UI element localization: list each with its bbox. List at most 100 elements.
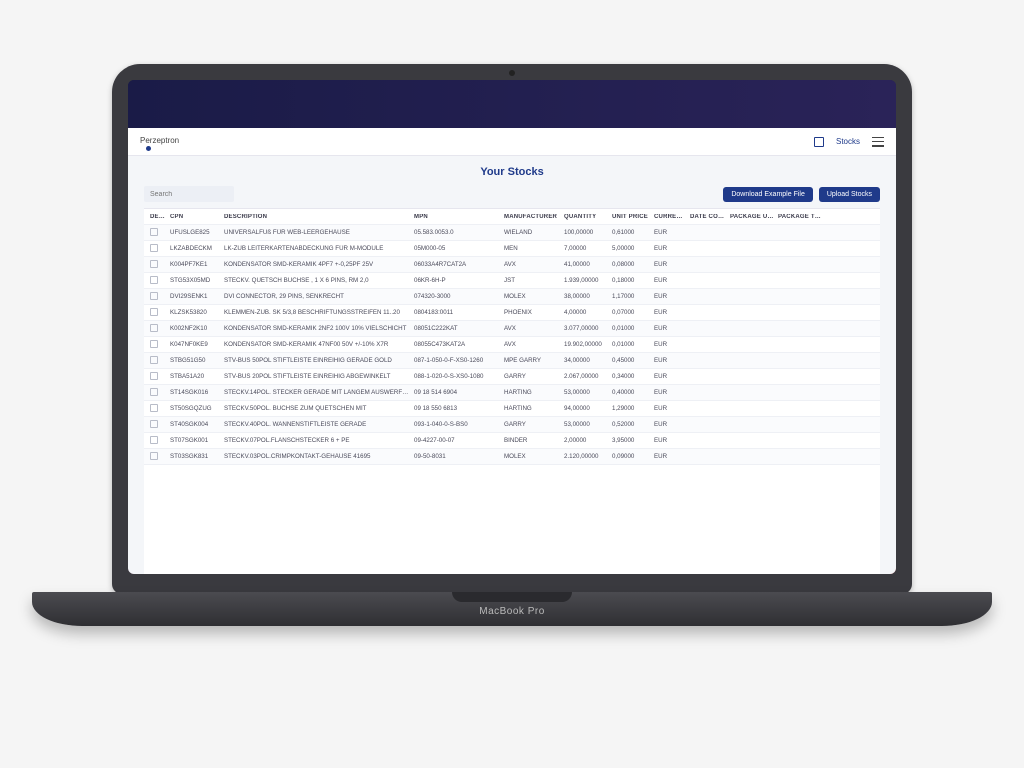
cell-unit-price: 0,61000 — [612, 229, 654, 236]
cell-description: KONDENSATOR SMD-KERAMIK 2NF2 100V 10% VI… — [224, 325, 414, 332]
row-checkbox[interactable] — [150, 244, 158, 252]
hamburger-icon[interactable] — [872, 137, 884, 147]
cell-currency: EUR — [654, 453, 690, 460]
row-checkbox[interactable] — [150, 228, 158, 236]
row-checkbox[interactable] — [150, 404, 158, 412]
cell-description: KONDENSATOR SMD-KERAMIK 4PF7 +-0,25PF 25… — [224, 261, 414, 268]
cell-cpn: STBA51A20 — [170, 373, 224, 380]
row-checkbox[interactable] — [150, 276, 158, 284]
table-row[interactable]: ST14SGK016STECKV.14POL. STECKER GERADE M… — [144, 385, 880, 401]
row-checkbox[interactable] — [150, 340, 158, 348]
row-checkbox[interactable] — [150, 420, 158, 428]
cell-cpn: ST50SGQZUG — [170, 405, 224, 412]
col-description: DESCRIPTION — [224, 214, 414, 220]
cell-currency: EUR — [654, 245, 690, 252]
cell-cpn: K002NF2K10 — [170, 325, 224, 332]
cell-mpn: 09 18 550 6813 — [414, 405, 504, 412]
cell-quantity: 53,00000 — [564, 421, 612, 428]
laptop-frame: Perzeptron Stocks Your Stocks — [32, 64, 992, 704]
cell-manufacturer: BINDER — [504, 437, 564, 444]
row-checkbox[interactable] — [150, 356, 158, 364]
cell-quantity: 94,00000 — [564, 405, 612, 412]
cell-currency: EUR — [654, 293, 690, 300]
cell-mpn: 05M000-05 — [414, 245, 504, 252]
col-quantity: QUANTITY — [564, 214, 612, 220]
table-row[interactable]: ST03SGK831STECKV.03POL.CRIMPKONTAKT-GEHÄ… — [144, 449, 880, 465]
table-row[interactable]: K002NF2K10KONDENSATOR SMD-KERAMIK 2NF2 1… — [144, 321, 880, 337]
row-checkbox[interactable] — [150, 308, 158, 316]
cell-currency: EUR — [654, 437, 690, 444]
device-brand-label: MacBook Pro — [479, 606, 545, 617]
cell-description: STECKV.07POL.FLANSCHSTECKER 6 + PE — [224, 437, 414, 444]
search-input[interactable] — [144, 186, 234, 202]
row-checkbox[interactable] — [150, 452, 158, 460]
table-row[interactable]: ST40SGK004STECKV.40POL. WANNENSTIFTLEIST… — [144, 417, 880, 433]
cell-unit-price: 0,08000 — [612, 261, 654, 268]
cell-cpn: UFUSLGE825 — [170, 229, 224, 236]
col-mpn: MPN — [414, 214, 504, 220]
table-row[interactable]: STBA51A20STV-BUS 20POL STIFTLEISTE EINRE… — [144, 369, 880, 385]
table-body: UFUSLGE825UNIVERSALFUß FÜR WEB-LEERGEHÄU… — [144, 225, 880, 465]
cell-cpn: ST03SGK831 — [170, 453, 224, 460]
cell-description: LK-ZUB LEITERKARTENABDECKUNG FÜR M-MODUL… — [224, 245, 414, 252]
row-checkbox[interactable] — [150, 260, 158, 268]
cell-mpn: 087-1-050-0-F-XS0-1260 — [414, 357, 504, 364]
row-checkbox[interactable] — [150, 388, 158, 396]
cell-cpn: KLZSK53820 — [170, 309, 224, 316]
cell-mpn: 093-1-040-0-S-BS0 — [414, 421, 504, 428]
table-row[interactable]: LKZABDECKMLK-ZUB LEITERKARTENABDECKUNG F… — [144, 241, 880, 257]
cell-cpn: STG53X05MD — [170, 277, 224, 284]
cell-quantity: 1.939,00000 — [564, 277, 612, 284]
cell-mpn: 09-50-8031 — [414, 453, 504, 460]
row-checkbox[interactable] — [150, 324, 158, 332]
cell-currency: EUR — [654, 389, 690, 396]
app-shell: Perzeptron Stocks Your Stocks — [128, 80, 896, 574]
table-row[interactable]: STG53X05MDSTECKV. QUETSCH BUCHSE , 1 X 6… — [144, 273, 880, 289]
cell-unit-price: 0,45000 — [612, 357, 654, 364]
laptop-base: MacBook Pro — [32, 592, 992, 626]
table-row[interactable]: STBG51G50STV-BUS 50POL STIFTLEISTE EINRE… — [144, 353, 880, 369]
download-example-button[interactable]: Download Example File — [723, 187, 813, 202]
table-row[interactable]: K004PF7KE1KONDENSATOR SMD-KERAMIK 4PF7 +… — [144, 257, 880, 273]
cell-currency: EUR — [654, 341, 690, 348]
cell-description: KLEMMEN-ZUB. SK 5/3,8 BESCHRIFTUNGSSTREI… — [224, 309, 414, 316]
table-row[interactable]: ST07SGK001STECKV.07POL.FLANSCHSTECKER 6 … — [144, 433, 880, 449]
app-logo: Perzeptron — [140, 136, 179, 147]
cell-manufacturer: HARTING — [504, 405, 564, 412]
cell-unit-price: 0,01000 — [612, 341, 654, 348]
cell-manufacturer: AVX — [504, 341, 564, 348]
cell-manufacturer: MOLEX — [504, 453, 564, 460]
cell-description: STECKV.14POL. STECKER GERADE MIT LANGEM … — [224, 389, 414, 396]
cell-mpn: 074320-3000 — [414, 293, 504, 300]
cell-cpn: K004PF7KE1 — [170, 261, 224, 268]
table-row[interactable]: K047NF0KE9KONDENSATOR SMD-KERAMIK 47NF00… — [144, 337, 880, 353]
cell-unit-price: 0,09000 — [612, 453, 654, 460]
nav-stocks[interactable]: Stocks — [836, 137, 860, 146]
topbar-right: Stocks — [814, 137, 884, 147]
cell-currency: EUR — [654, 421, 690, 428]
col-package-type: PACKAGE TYPE — [778, 214, 826, 220]
cell-cpn: STBG51G50 — [170, 357, 224, 364]
row-checkbox[interactable] — [150, 372, 158, 380]
row-checkbox[interactable] — [150, 436, 158, 444]
trackpad-notch — [452, 592, 572, 602]
cell-description: STECKV.40POL. WANNENSTIFTLEISTE GERADE — [224, 421, 414, 428]
cell-manufacturer: AVX — [504, 261, 564, 268]
cell-manufacturer: WIELAND — [504, 229, 564, 236]
cell-unit-price: 0,18000 — [612, 277, 654, 284]
cell-unit-price: 0,52000 — [612, 421, 654, 428]
app-topbar: Perzeptron Stocks — [128, 128, 896, 156]
cell-manufacturer: JST — [504, 277, 564, 284]
cell-cpn: LKZABDECKM — [170, 245, 224, 252]
row-checkbox[interactable] — [150, 292, 158, 300]
laptop-lid: Perzeptron Stocks Your Stocks — [112, 64, 912, 594]
cell-mpn: 09-4227-00-07 — [414, 437, 504, 444]
table-row[interactable]: UFUSLGE825UNIVERSALFUß FÜR WEB-LEERGEHÄU… — [144, 225, 880, 241]
upload-stocks-button[interactable]: Upload Stocks — [819, 187, 880, 202]
cell-manufacturer: MOLEX — [504, 293, 564, 300]
table-row[interactable]: ST50SGQZUGSTECKV.50POL. BUCHSE ZUM QUETS… — [144, 401, 880, 417]
cell-quantity: 38,00000 — [564, 293, 612, 300]
cell-currency: EUR — [654, 357, 690, 364]
table-row[interactable]: KLZSK53820KLEMMEN-ZUB. SK 5/3,8 BESCHRIF… — [144, 305, 880, 321]
table-row[interactable]: DVI29SENK1DVI CONNECTOR, 29 PINS, SENKRE… — [144, 289, 880, 305]
